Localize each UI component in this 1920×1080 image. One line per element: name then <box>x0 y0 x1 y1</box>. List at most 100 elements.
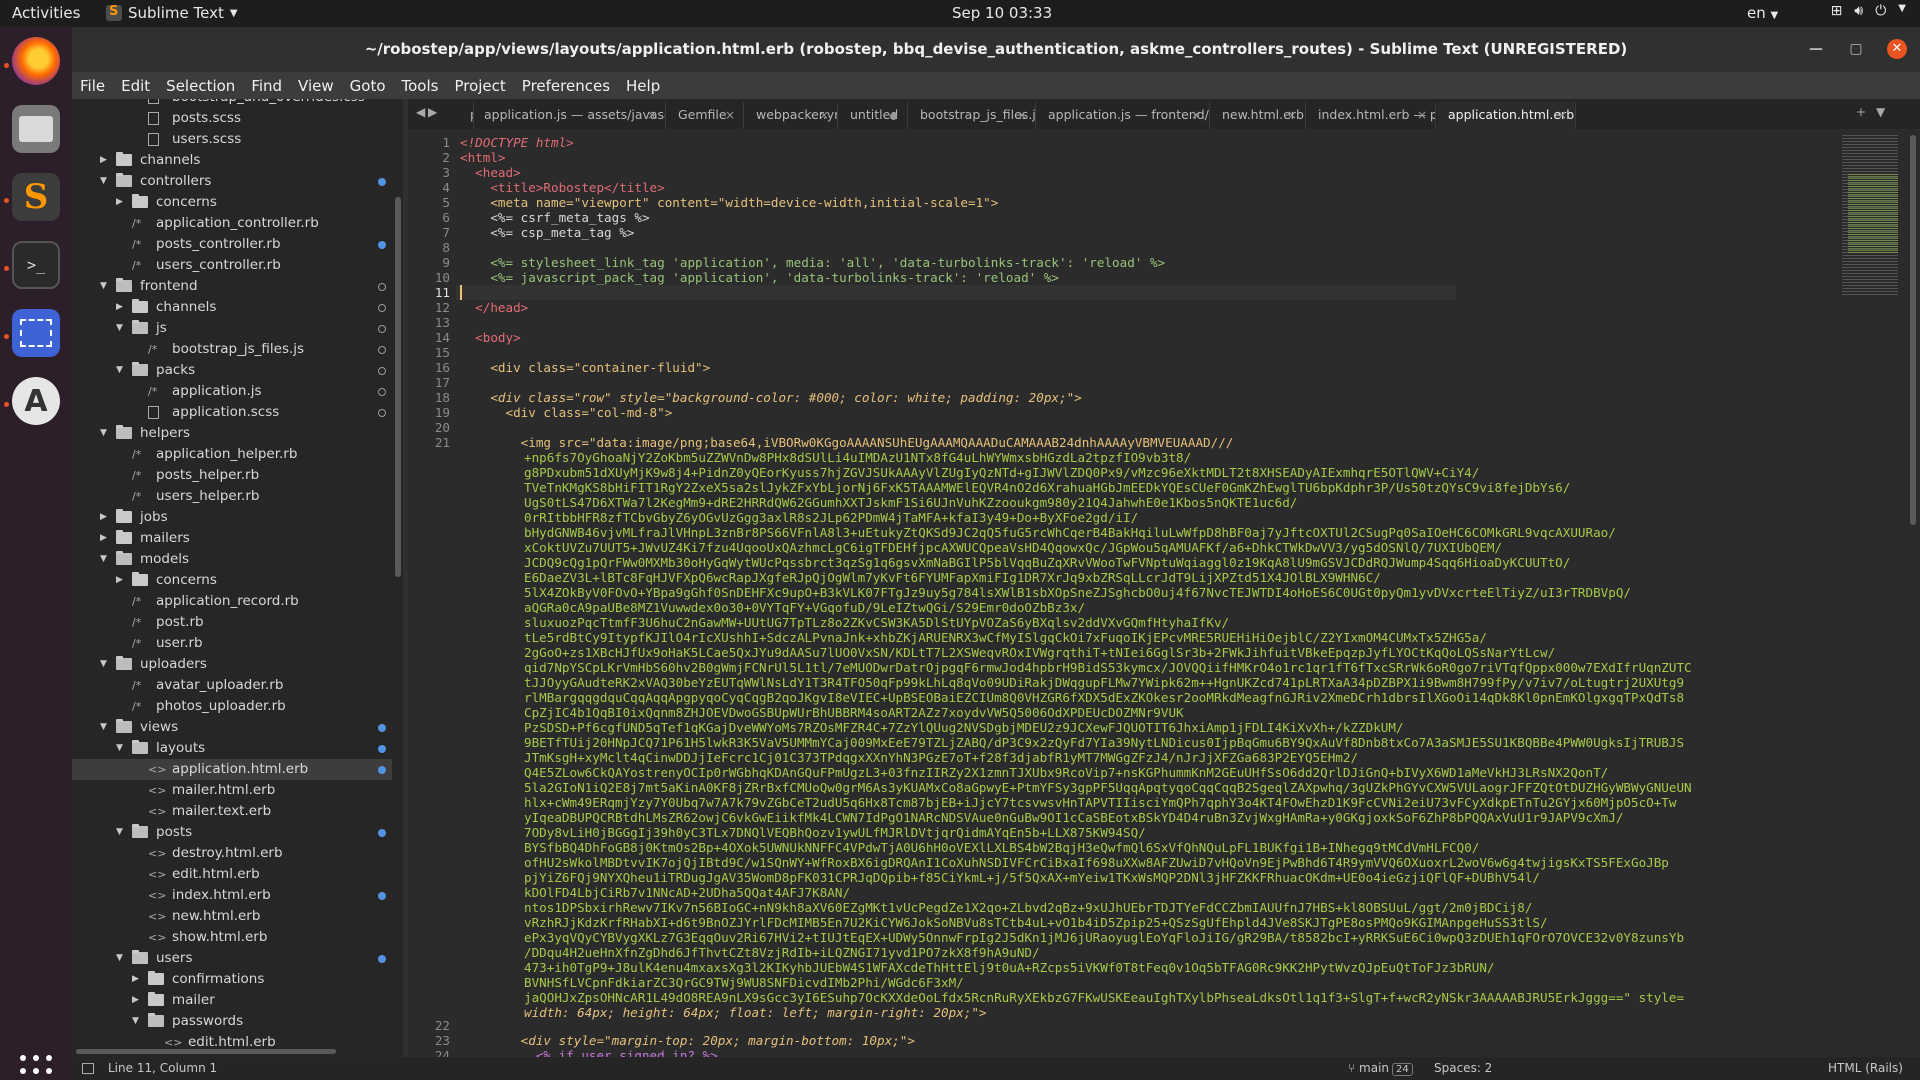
tree-folder[interactable]: ▼ layouts <box>72 738 392 759</box>
show-applications-icon[interactable] <box>20 1055 52 1080</box>
chevron-down-icon[interactable]: ▼ <box>116 360 123 381</box>
tab-5[interactable]: bootstrap_js_files.js × <box>910 102 1036 129</box>
tree-folder[interactable]: ▶ channels <box>72 150 392 171</box>
terminal-icon[interactable]: >_ <box>12 241 60 289</box>
menu-preferences[interactable]: Preferences <box>514 72 618 99</box>
tab-next-icon[interactable]: ▶ <box>428 105 437 119</box>
tree-file[interactable]: /* avatar_uploader.rb <box>72 675 392 696</box>
firefox-icon[interactable] <box>12 37 60 85</box>
line-number[interactable]: 18 <box>435 390 450 405</box>
menu-help[interactable]: Help <box>618 72 668 99</box>
tree-folder[interactable]: ▶ concerns <box>72 570 392 591</box>
tree-folder[interactable]: ▼ frontend <box>72 276 392 297</box>
menu-tools[interactable]: Tools <box>394 72 447 99</box>
tree-file[interactable]: /* users_helper.rb <box>72 486 392 507</box>
chevron-down-icon[interactable]: ▼ <box>100 549 107 570</box>
tree-folder[interactable]: ▼ users <box>72 948 392 969</box>
tab-prev-icon[interactable]: ◀ <box>416 105 425 119</box>
tree-file[interactable]: <> destroy.html.erb <box>72 843 392 864</box>
line-number-gutter[interactable]: 1 2 3 4 5 6 7 8 9 10 11 12 13 14 15 16 17 18 19 20 21 22 23 24 <box>408 129 456 1057</box>
minimize-icon[interactable]: — <box>1806 39 1826 59</box>
git-branch[interactable]: ⑂ main 24 <box>1348 1061 1413 1076</box>
clock[interactable]: Sep 10 03:33 <box>952 4 1052 22</box>
sidebar-horizontal-scrollbar[interactable] <box>76 1049 336 1054</box>
line-number[interactable]: 14 <box>435 330 450 345</box>
tab-close-icon[interactable]: × <box>1017 102 1027 128</box>
tree-folder[interactable]: ▶ channels <box>72 297 392 318</box>
tree-folder[interactable]: ▶ concerns <box>72 192 392 213</box>
line-number[interactable]: 13 <box>435 315 450 330</box>
line-number[interactable]: 3 <box>442 165 450 180</box>
menu-goto[interactable]: Goto <box>342 72 394 99</box>
tree-file[interactable]: <> index.html.erb <box>72 885 392 906</box>
files-icon[interactable] <box>12 105 60 153</box>
new-tab-icon[interactable]: + <box>1856 105 1866 119</box>
close-icon[interactable]: ✕ <box>1887 39 1907 59</box>
tree-file[interactable]: <> application.html.erb <box>72 759 392 780</box>
tree-folder[interactable]: ▶ mailer <box>72 990 392 1011</box>
tab-close-icon[interactable]: × <box>1191 102 1201 128</box>
chevron-down-icon[interactable]: ▼ <box>100 654 107 675</box>
menu-edit[interactable]: Edit <box>113 72 158 99</box>
tree-file[interactable]: /* application.js <box>72 381 392 402</box>
line-number[interactable]: 7 <box>442 225 450 240</box>
chevron-right-icon[interactable]: ▶ <box>100 528 107 549</box>
tree-folder[interactable]: ▶ confirmations <box>72 969 392 990</box>
tree-file[interactable]: posts.scss <box>72 108 392 129</box>
tree-file[interactable]: application.scss <box>72 402 392 423</box>
sidebar-toggle-icon[interactable] <box>82 1063 94 1074</box>
line-number[interactable]: 19 <box>435 405 450 420</box>
tree-file[interactable]: <> edit.html.erb <box>72 864 392 885</box>
chevron-down-icon[interactable]: ▼ <box>100 171 107 192</box>
activities-button[interactable]: Activities <box>12 4 80 22</box>
line-number[interactable]: 24 <box>435 1048 450 1057</box>
tree-file[interactable]: /* posts_controller.rb <box>72 234 392 255</box>
tree-folder[interactable]: ▼ packs <box>72 360 392 381</box>
tree-folder[interactable]: ▼ models <box>72 549 392 570</box>
tab-close-icon[interactable]: × <box>1287 102 1297 128</box>
tree-file[interactable]: <> new.html.erb <box>72 906 392 927</box>
line-number[interactable]: 12 <box>435 300 450 315</box>
tab-close-icon[interactable]: × <box>1557 102 1567 128</box>
tab-1[interactable]: application.js — assets/javascripts× <box>474 102 666 129</box>
software-center-icon[interactable]: A <box>12 377 60 425</box>
app-menu[interactable]: Sublime Text ▼ <box>106 4 238 22</box>
indentation-setting[interactable]: Spaces: 2 <box>1434 1061 1492 1075</box>
tree-folder[interactable]: ▼ controllers <box>72 171 392 192</box>
chevron-right-icon[interactable]: ▶ <box>132 969 139 990</box>
line-number[interactable]: 10 <box>435 270 450 285</box>
line-number[interactable]: 21 <box>435 435 450 450</box>
tree-folder[interactable]: ▼ passwords <box>72 1011 392 1032</box>
tree-file[interactable]: /* application_controller.rb <box>72 213 392 234</box>
line-number[interactable]: 17 <box>435 375 450 390</box>
chevron-down-icon[interactable]: ▼ <box>116 318 123 339</box>
maximize-icon[interactable]: ▢ <box>1846 39 1866 59</box>
chevron-right-icon[interactable]: ▶ <box>100 507 107 528</box>
menu-find[interactable]: Find <box>243 72 290 99</box>
menu-selection[interactable]: Selection <box>158 72 243 99</box>
tab-7[interactable]: new.html.erb × <box>1212 102 1306 129</box>
line-number[interactable]: 4 <box>442 180 450 195</box>
tree-file[interactable]: /* posts_helper.rb <box>72 465 392 486</box>
chevron-down-icon[interactable]: ▼ <box>132 1011 139 1032</box>
line-number[interactable]: 20 <box>435 420 450 435</box>
tree-file[interactable]: /* application_helper.rb <box>72 444 392 465</box>
tree-folder[interactable]: ▶ jobs <box>72 507 392 528</box>
code-editor[interactable]: 1 2 3 4 5 6 7 8 9 10 11 12 13 14 15 16 17 18 19 20 21 22 23 24 … <box>408 129 1920 1057</box>
chevron-right-icon[interactable]: ▶ <box>116 570 123 591</box>
syntax-selector[interactable]: HTML (Rails) <box>1828 1061 1903 1075</box>
cursor-position[interactable]: Line 11, Column 1 <box>108 1061 217 1075</box>
menu-file[interactable]: File <box>72 72 113 99</box>
chevron-right-icon[interactable]: ▶ <box>116 297 123 318</box>
menu-view[interactable]: View <box>290 72 342 99</box>
chevron-right-icon[interactable]: ▶ <box>132 990 139 1011</box>
tab-8[interactable]: index.html.erb — posts× <box>1308 102 1436 129</box>
line-number[interactable]: 23 <box>435 1033 450 1048</box>
tree-folder[interactable]: ▶ mailers <box>72 528 392 549</box>
chevron-down-icon[interactable]: ▼ <box>100 423 107 444</box>
line-number[interactable]: 8 <box>442 240 450 255</box>
input-language[interactable]: en ▼ <box>1747 4 1778 22</box>
tree-file[interactable]: /* application_record.rb <box>72 591 392 612</box>
tree-file[interactable]: <> mailer.html.erb <box>72 780 392 801</box>
tab-2[interactable]: Gemfile × <box>668 102 744 129</box>
